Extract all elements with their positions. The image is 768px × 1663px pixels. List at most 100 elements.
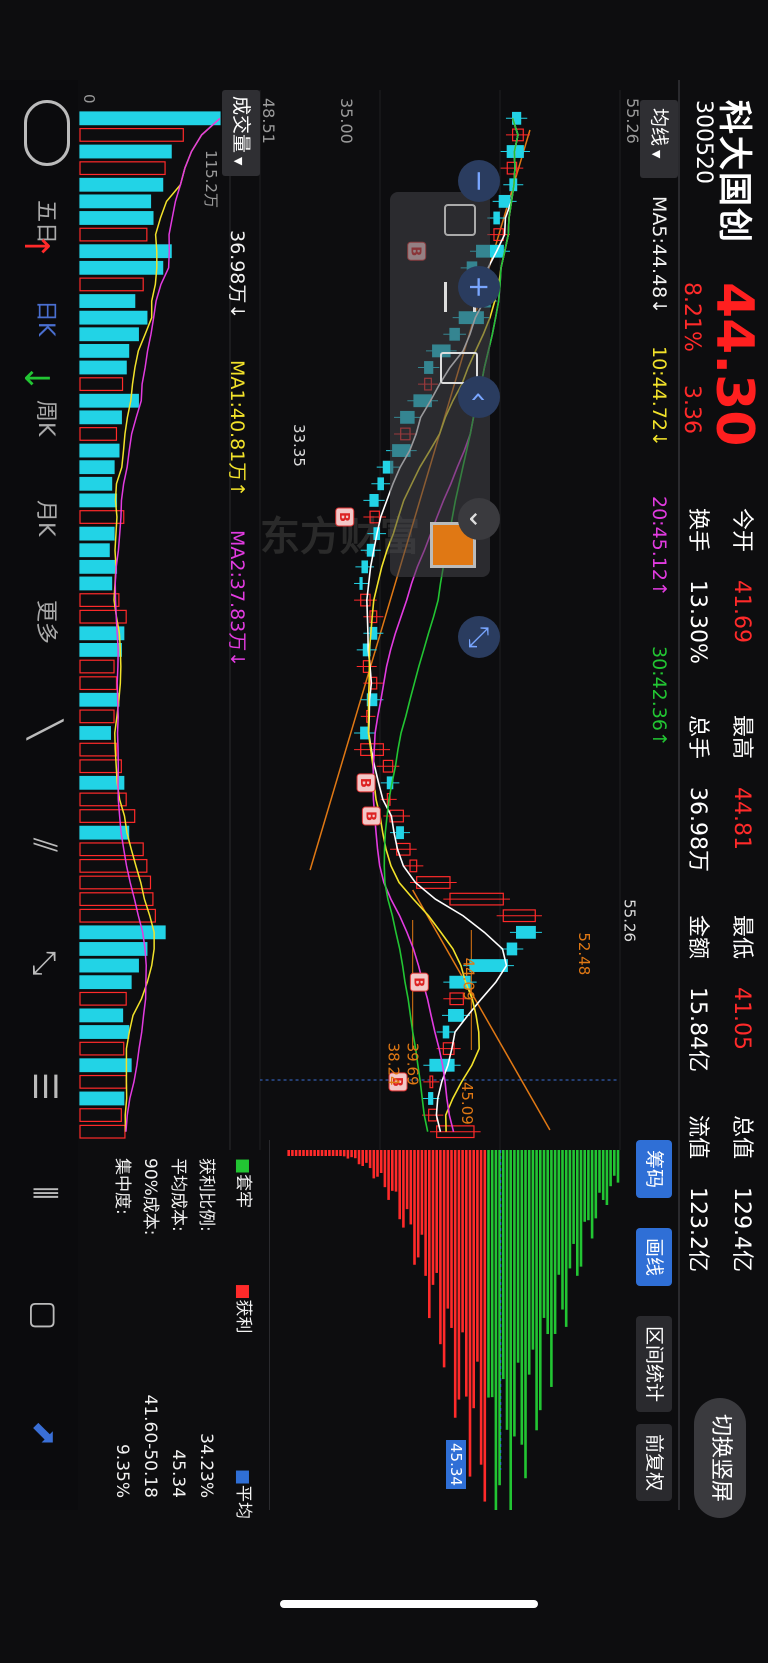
chip-bar (527, 1150, 531, 1375)
volume-ma1: MA1:40.81万↑ (226, 360, 248, 498)
volume-bar-down (79, 310, 148, 325)
candle-down (506, 942, 518, 956)
stat-cost90: 90%成本: 41.60-50.18 (136, 1158, 164, 1498)
chip-bar (335, 1150, 339, 1156)
chip-bar (317, 1150, 320, 1156)
tab-drawing[interactable]: 画线 (636, 1228, 672, 1287)
stat-label: 获利比例: (196, 1158, 216, 1232)
volume-bars (79, 111, 221, 1139)
ray-tool-icon[interactable]: ⤡ (25, 950, 64, 976)
volume-bar-down (79, 211, 154, 225)
legend-profit: 获利 (233, 1299, 253, 1334)
volume-bar-up (79, 659, 115, 674)
volume-bar-down (79, 360, 127, 375)
scroll-left-button[interactable]: ‹ (458, 376, 500, 418)
chip-bar (328, 1150, 331, 1156)
candle-down (493, 211, 500, 225)
volume-bar-down (79, 111, 221, 126)
total-value-label: 总值 (729, 1115, 754, 1160)
chip-bar (361, 1150, 364, 1166)
chip-bar (535, 1150, 538, 1431)
compress-icon[interactable]: ⤡ (458, 616, 500, 658)
arrow-up-icon: ↑ (16, 232, 56, 261)
zoom-in-button[interactable]: + (458, 266, 500, 308)
indicator-selector[interactable]: 成交量 ▼ (222, 90, 260, 176)
chip-bar (579, 1150, 583, 1267)
chip-bar (394, 1150, 398, 1192)
eye-icon[interactable] (24, 100, 70, 166)
float-value: 123.2亿 (685, 1187, 710, 1272)
select-icon[interactable] (444, 204, 476, 236)
fib-tool-icon[interactable]: ☰ (26, 1072, 64, 1101)
chip-bar (572, 1150, 575, 1244)
grid-tool-icon[interactable]: ⦀ (25, 1186, 64, 1200)
chip-bar (302, 1150, 305, 1156)
chip-bar (513, 1150, 516, 1437)
stat-label: 集中度: (112, 1158, 132, 1215)
scroll-down-button[interactable]: ⌄ (458, 498, 500, 540)
landscape-app-screen: 科大国创 300520 44.30 8.21% 3.36 今开 41.69 最高 4… (0, 0, 768, 1663)
chip-bar (461, 1150, 464, 1333)
candle-down (377, 477, 384, 491)
ma-selector[interactable]: 均线 ▼ (640, 100, 678, 178)
box-tool-icon[interactable]: ▢ (26, 1300, 64, 1330)
tab-chips[interactable]: 筹码 (636, 1140, 672, 1199)
volume-bar-up (79, 991, 127, 1006)
arrow-down-icon: ↓ (16, 364, 56, 393)
ma20-value: 20:45.12↑ (648, 496, 670, 597)
y-axis-mid-low: 35.00 (337, 98, 356, 144)
stock-name: 科大国创 (714, 100, 754, 244)
bottom-toolbar (0, 80, 78, 1510)
chip-divider (269, 1140, 270, 1510)
line-tool-icon[interactable]: ╲ (26, 720, 64, 739)
chip-bar (590, 1150, 594, 1239)
chip-bar (575, 1150, 579, 1276)
quote-high: 最高 44.81 (728, 715, 760, 850)
chip-bar (298, 1150, 302, 1156)
volume-label: 总手 (685, 715, 710, 760)
open-label: 今开 (729, 508, 754, 553)
chip-bar (472, 1150, 475, 1409)
legend-avg: 平均 (233, 1485, 253, 1519)
volume-bar-down (79, 1008, 124, 1023)
period-week[interactable]: 周K (32, 400, 64, 436)
volume-bar-down (79, 144, 172, 159)
volume-bar-down (79, 177, 164, 192)
stat-value: 34.23% (196, 1433, 216, 1498)
tab-forward-adjust[interactable]: 前复权 (636, 1424, 672, 1502)
dropdown-caret-icon: ▼ (232, 157, 245, 166)
quote-amount: 金额 15.84亿 (684, 915, 716, 1072)
chip-bar (313, 1150, 316, 1156)
volume-bar-down (79, 958, 139, 973)
volume-bar-down (79, 526, 115, 541)
period-day[interactable]: 日K (32, 300, 64, 336)
period-more[interactable]: 更多 (32, 600, 64, 644)
candle-down (428, 1092, 434, 1105)
arrow-tool-icon[interactable]: ⬈ (26, 1420, 64, 1447)
chip-bar (553, 1150, 557, 1334)
chip-bar (387, 1150, 390, 1200)
chip-bar (346, 1150, 350, 1159)
toggle-portrait-button[interactable]: 切换竖屏 (694, 1398, 746, 1518)
stat-value: 45.34 (168, 1449, 188, 1498)
zoom-out-button[interactable]: − (458, 160, 500, 202)
period-month[interactable]: 月K (32, 500, 64, 536)
chip-bar (476, 1150, 479, 1362)
tab-range-stats[interactable]: 区间统计 (636, 1316, 672, 1413)
chip-bar (405, 1150, 409, 1210)
volume-current: 36.98万↓ (226, 230, 248, 320)
indicator-selector-label: 成交量 (230, 96, 252, 154)
volume-bar-up (79, 427, 118, 441)
chip-bar (309, 1150, 313, 1156)
volume-bar-up (79, 676, 118, 691)
low-value: 41.05 (729, 987, 754, 1050)
fib-label-2: 44.09 (459, 958, 477, 1001)
volume-bar-down (79, 460, 115, 475)
chip-bar (324, 1150, 327, 1156)
kline-chart-area[interactable]: 东方财富 BBBBBB 33.3555.2652.4844.0945.0939.… (0, 90, 640, 1150)
chip-bar (605, 1150, 609, 1206)
ma-selector-label: 均线 (648, 108, 670, 147)
low-label: 最低 (729, 915, 754, 960)
parallel-tool-icon[interactable]: ⫽ (25, 838, 64, 852)
volume-axis-top: 115.2万 (202, 150, 220, 208)
